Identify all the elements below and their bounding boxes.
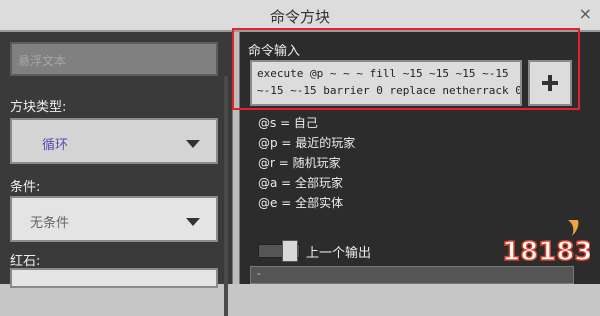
left-panel: 悬浮文本 方块类型: 循环 条件: 无条件 红石: bbox=[0, 32, 232, 316]
window-title: 命令方块 bbox=[269, 8, 330, 26]
previous-output-toggle[interactable] bbox=[258, 240, 300, 262]
watermark-logo: 18183 bbox=[501, 220, 590, 268]
condition-label: 条件: bbox=[10, 180, 41, 195]
list-item: @p = 最近的玩家 bbox=[258, 136, 356, 150]
previous-output-label: 上一个输出 bbox=[306, 246, 372, 261]
left-scrollbar[interactable] bbox=[224, 76, 228, 316]
list-item: @s = 自己 bbox=[258, 116, 318, 130]
condition-dropdown[interactable]: 无条件 bbox=[10, 196, 218, 242]
redstone-dropdown[interactable] bbox=[10, 268, 218, 288]
hover-text-input[interactable]: 悬浮文本 bbox=[10, 42, 218, 76]
selector-help-list: @s = 自己 @p = 最近的玩家 @r = 随机玩家 @a = 全部玩家 @… bbox=[258, 114, 355, 214]
block-type-dropdown[interactable]: 循环 bbox=[10, 118, 218, 164]
chevron-down-icon bbox=[186, 218, 200, 226]
block-type-label: 方块类型: bbox=[10, 100, 67, 115]
list-item: @r = 随机玩家 bbox=[258, 156, 341, 170]
condition-value: 无条件 bbox=[30, 216, 70, 231]
redstone-label: 红石: bbox=[10, 254, 41, 269]
watermark-text: 18183 bbox=[502, 237, 590, 267]
toggle-knob bbox=[282, 240, 298, 262]
block-type-value: 循环 bbox=[42, 138, 69, 153]
list-item: @a = 全部玩家 bbox=[258, 176, 344, 190]
hover-text-placeholder: 悬浮文本 bbox=[18, 54, 67, 68]
chevron-down-icon bbox=[186, 140, 200, 148]
list-item: @e = 全部实体 bbox=[258, 196, 344, 210]
highlight-box bbox=[232, 28, 580, 110]
close-icon[interactable]: × bbox=[579, 4, 592, 23]
